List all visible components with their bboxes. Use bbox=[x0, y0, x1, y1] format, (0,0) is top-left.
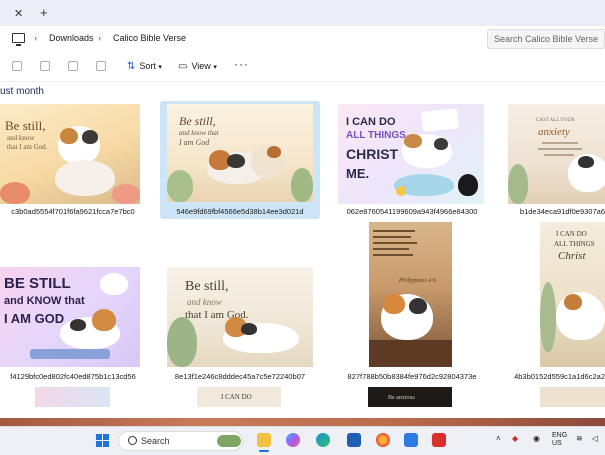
chevron-up-icon[interactable]: ˄ bbox=[496, 434, 501, 443]
file-name: 827f788b50b8384fe976d2c92804373e bbox=[347, 372, 477, 381]
store-icon[interactable] bbox=[347, 433, 361, 447]
thumbnail: I CAN DO ALL THINGS Christ bbox=[540, 222, 605, 367]
more-options-button[interactable]: ··· bbox=[234, 57, 249, 71]
file-tile[interactable]: CAST ALL YOUR anxiety b1de34eca91df0e930… bbox=[504, 101, 605, 219]
windows-start-icon[interactable] bbox=[96, 434, 109, 447]
file-tile[interactable]: Philippians 4:6 827f788b50b8384fe976d2c9… bbox=[334, 222, 490, 382]
file-name: 546e9fd69fbf4566e5d38b14ee3d021d bbox=[176, 207, 304, 216]
thumbnail: Philippians 4:6 bbox=[369, 222, 452, 367]
thumbnail: Be still, and know that I am God bbox=[167, 104, 313, 202]
tray-app-icon[interactable]: ◆ bbox=[512, 434, 518, 443]
file-name: b1de34eca91df0e9307a6 bbox=[519, 207, 605, 216]
sort-icon: ⇅ bbox=[127, 61, 136, 72]
file-tile[interactable]: I CAN DO bbox=[197, 387, 281, 407]
sort-button[interactable]: ⇅ Sort ▾ bbox=[127, 61, 162, 72]
thumbnail: BE STILL and KNOW that I AM GOD bbox=[0, 267, 140, 367]
thumbnail: Be anxious bbox=[368, 387, 452, 407]
copy-icon[interactable] bbox=[40, 61, 50, 71]
language-indicator[interactable]: ENG US bbox=[552, 432, 567, 448]
view-icon: ▭ bbox=[178, 61, 188, 72]
delete-icon[interactable] bbox=[96, 61, 106, 71]
wifi-icon[interactable]: ≋ bbox=[576, 434, 583, 443]
file-tile[interactable]: I CAN DO ALL THINGS CHRIST ME. 062e87605… bbox=[334, 101, 490, 219]
desktop-wallpaper-strip bbox=[0, 418, 605, 426]
firefox-icon[interactable] bbox=[376, 433, 390, 447]
taskbar-search-box[interactable]: Search bbox=[118, 431, 243, 451]
breadcrumb-downloads[interactable]: Downloads bbox=[49, 33, 94, 43]
thumbnail: I CAN DO bbox=[197, 387, 281, 407]
tray-app-icon-2[interactable]: ◉ bbox=[533, 434, 540, 443]
active-app-indicator bbox=[259, 450, 269, 452]
search-input[interactable]: Search Calico Bible Verse bbox=[487, 29, 605, 49]
taskbar: Search ˄ ◆ ◉ ENG US ≋ ◁ bbox=[0, 426, 605, 455]
thumbnail bbox=[35, 387, 110, 407]
file-name: 062e8760541199609a943f4966e84300 bbox=[346, 207, 478, 216]
file-tile[interactable]: Be still, and know that I am God. 8e13f1… bbox=[160, 264, 320, 382]
this-pc-icon[interactable] bbox=[12, 33, 25, 46]
tab-bar: ✕ + bbox=[0, 0, 605, 26]
file-name: f4129bfc0ed802fc40ed875b1c13cd56 bbox=[10, 372, 136, 381]
search-placeholder: Search Calico Bible Verse bbox=[494, 34, 599, 44]
cut-icon[interactable] bbox=[12, 61, 22, 71]
file-tile[interactable]: I CAN DO ALL THINGS Christ 4b3b0152d559c… bbox=[504, 222, 605, 382]
file-tile-selected[interactable]: Be still, and know that I am God 546e9fd… bbox=[160, 101, 320, 219]
group-header[interactable]: ust month bbox=[0, 86, 44, 97]
thumbnail: CAST ALL YOUR anxiety bbox=[508, 104, 605, 204]
command-toolbar: ⇅ Sort ▾ ▭ View ▾ ··· bbox=[0, 53, 605, 82]
copilot-icon[interactable] bbox=[286, 433, 300, 447]
chevron-right-icon[interactable]: › bbox=[34, 33, 37, 43]
edge-browser-icon[interactable] bbox=[316, 433, 330, 447]
file-name: 4b3b0152d559c1a1d6c2a2 bbox=[514, 372, 605, 381]
address-bar: › Downloads › Calico Bible Verse Search … bbox=[0, 26, 605, 54]
file-tile[interactable]: Be still, and know that I am God. c3b0ad… bbox=[0, 101, 146, 219]
file-explorer-icon[interactable] bbox=[257, 433, 271, 447]
file-name: c3b0ad5554f701f6fa9621fcca7e7bc0 bbox=[11, 207, 135, 216]
office-app-icon[interactable] bbox=[432, 433, 446, 447]
file-name: 8e13f1e246c8dddec45a7c5e72240b07 bbox=[174, 372, 306, 381]
file-tile[interactable] bbox=[540, 387, 605, 407]
search-highlight-image bbox=[217, 435, 241, 447]
thumbnail: Be still, and know that I am God. bbox=[0, 104, 140, 204]
file-tile[interactable]: BE STILL and KNOW that I AM GOD f4129bfc… bbox=[0, 264, 146, 382]
thumbnail: Be still, and know that I am God. bbox=[167, 267, 313, 367]
chevron-right-icon[interactable]: › bbox=[98, 33, 101, 43]
new-tab-button[interactable]: + bbox=[40, 5, 48, 20]
paste-icon[interactable] bbox=[68, 61, 78, 71]
view-button[interactable]: ▭ View ▾ bbox=[178, 61, 217, 72]
volume-icon[interactable]: ◁ bbox=[592, 434, 598, 443]
thumbnail: I CAN DO ALL THINGS CHRIST ME. bbox=[338, 104, 484, 204]
search-icon bbox=[128, 436, 137, 445]
thumbnail bbox=[540, 387, 605, 407]
calendar-app-icon[interactable] bbox=[404, 433, 418, 447]
file-tile[interactable]: Be anxious bbox=[368, 387, 452, 407]
close-tab-icon[interactable]: ✕ bbox=[14, 7, 23, 20]
breadcrumb-current-folder[interactable]: Calico Bible Verse bbox=[113, 33, 186, 43]
file-tile[interactable] bbox=[35, 387, 110, 407]
